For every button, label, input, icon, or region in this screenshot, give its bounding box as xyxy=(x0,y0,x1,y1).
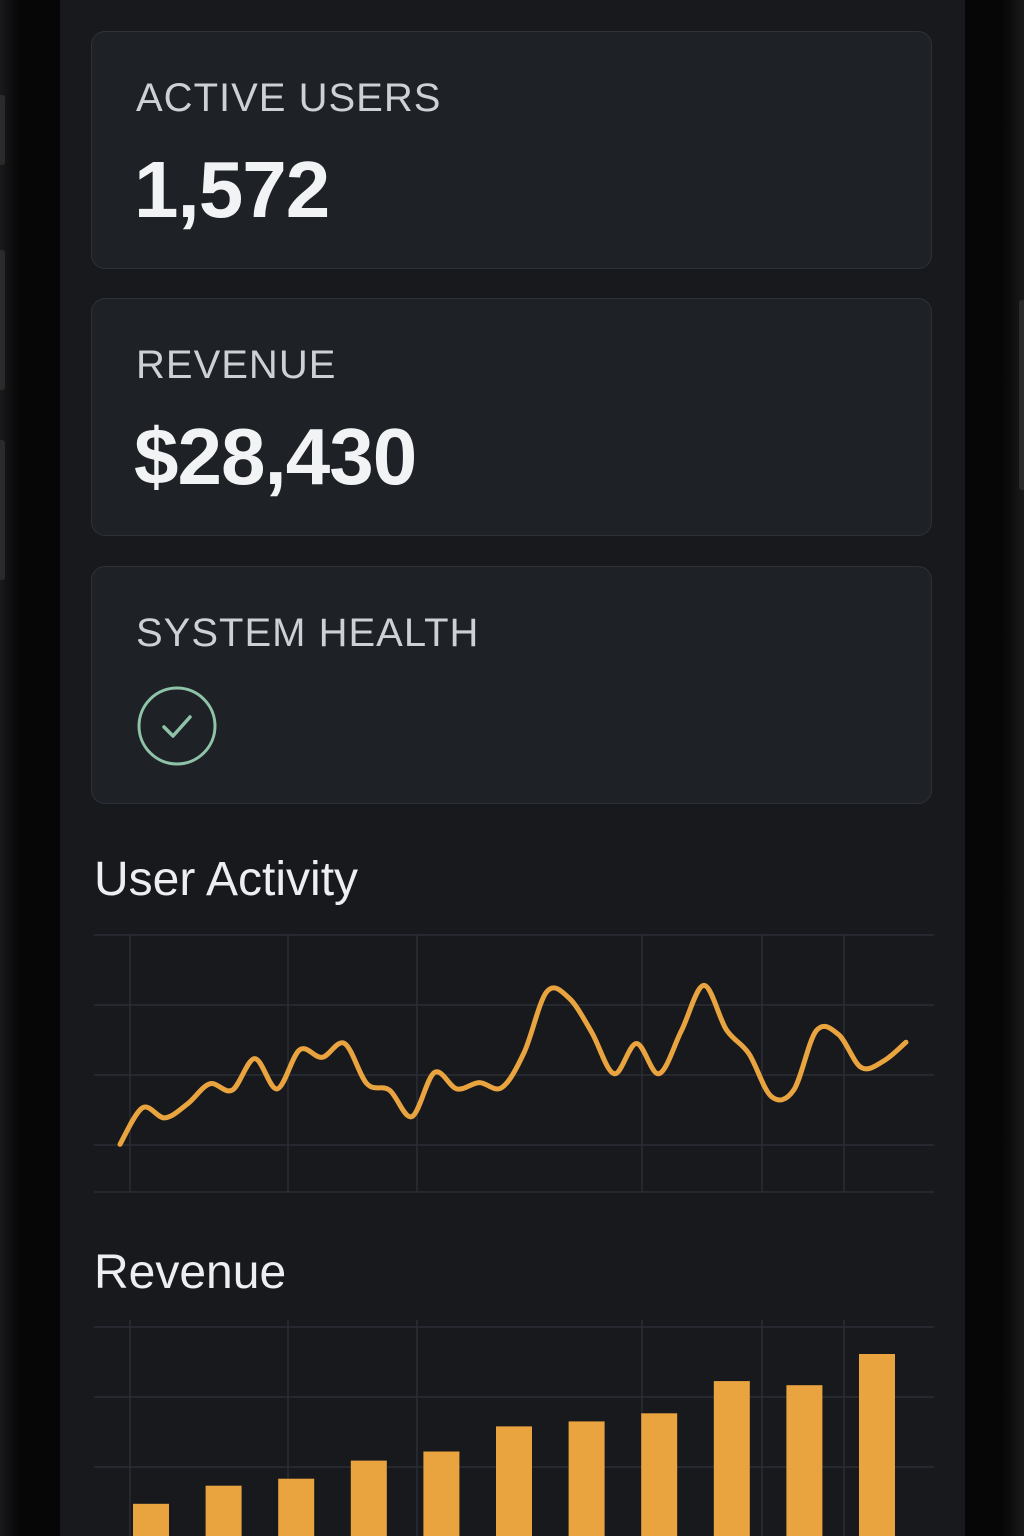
revenue-bar-8 xyxy=(641,1413,678,1536)
system-health-label: SYSTEM HEALTH xyxy=(136,611,480,655)
phone-volume-up-button xyxy=(0,250,5,390)
phone-silent-switch xyxy=(0,95,5,165)
revenue-bar-10 xyxy=(786,1385,823,1536)
phone-power-button xyxy=(1019,300,1024,490)
revenue-bar-5 xyxy=(423,1451,460,1536)
revenue-bar-4 xyxy=(350,1460,387,1536)
revenue-bar-2 xyxy=(205,1485,242,1536)
revenue-card[interactable]: REVENUE $28,430 xyxy=(91,298,932,536)
revenue-bar-11 xyxy=(859,1354,895,1536)
revenue-value: $28,430 xyxy=(134,412,417,501)
phone-frame: ACTIVE USERS 1,572 REVENUE $28,430 SYSTE… xyxy=(0,0,1024,1536)
revenue-bar-9 xyxy=(713,1381,750,1536)
user-activity-line xyxy=(117,982,909,1147)
active-users-card[interactable]: ACTIVE USERS 1,572 xyxy=(91,31,932,269)
revenue-title: Revenue xyxy=(94,1246,287,1299)
revenue-bar-7 xyxy=(568,1421,605,1536)
active-users-value: 1,572 xyxy=(134,145,330,234)
user-activity-chart xyxy=(94,934,934,1193)
system-health-card[interactable]: SYSTEM HEALTH xyxy=(91,566,932,804)
revenue-bar-6 xyxy=(496,1426,532,1536)
phone-volume-down-button xyxy=(0,440,5,580)
user-activity-title: User Activity xyxy=(94,853,359,906)
revenue-label: REVENUE xyxy=(136,343,337,387)
revenue-chart xyxy=(94,1320,934,1536)
revenue-bar-3 xyxy=(278,1478,315,1536)
check-circle-icon xyxy=(137,686,217,766)
active-users-label: ACTIVE USERS xyxy=(136,76,442,120)
dashboard-screen: ACTIVE USERS 1,572 REVENUE $28,430 SYSTE… xyxy=(60,0,965,1536)
phone-bezel-right xyxy=(1000,0,1024,1536)
phone-bezel-left xyxy=(0,0,22,1536)
revenue-bar-1 xyxy=(133,1503,169,1536)
